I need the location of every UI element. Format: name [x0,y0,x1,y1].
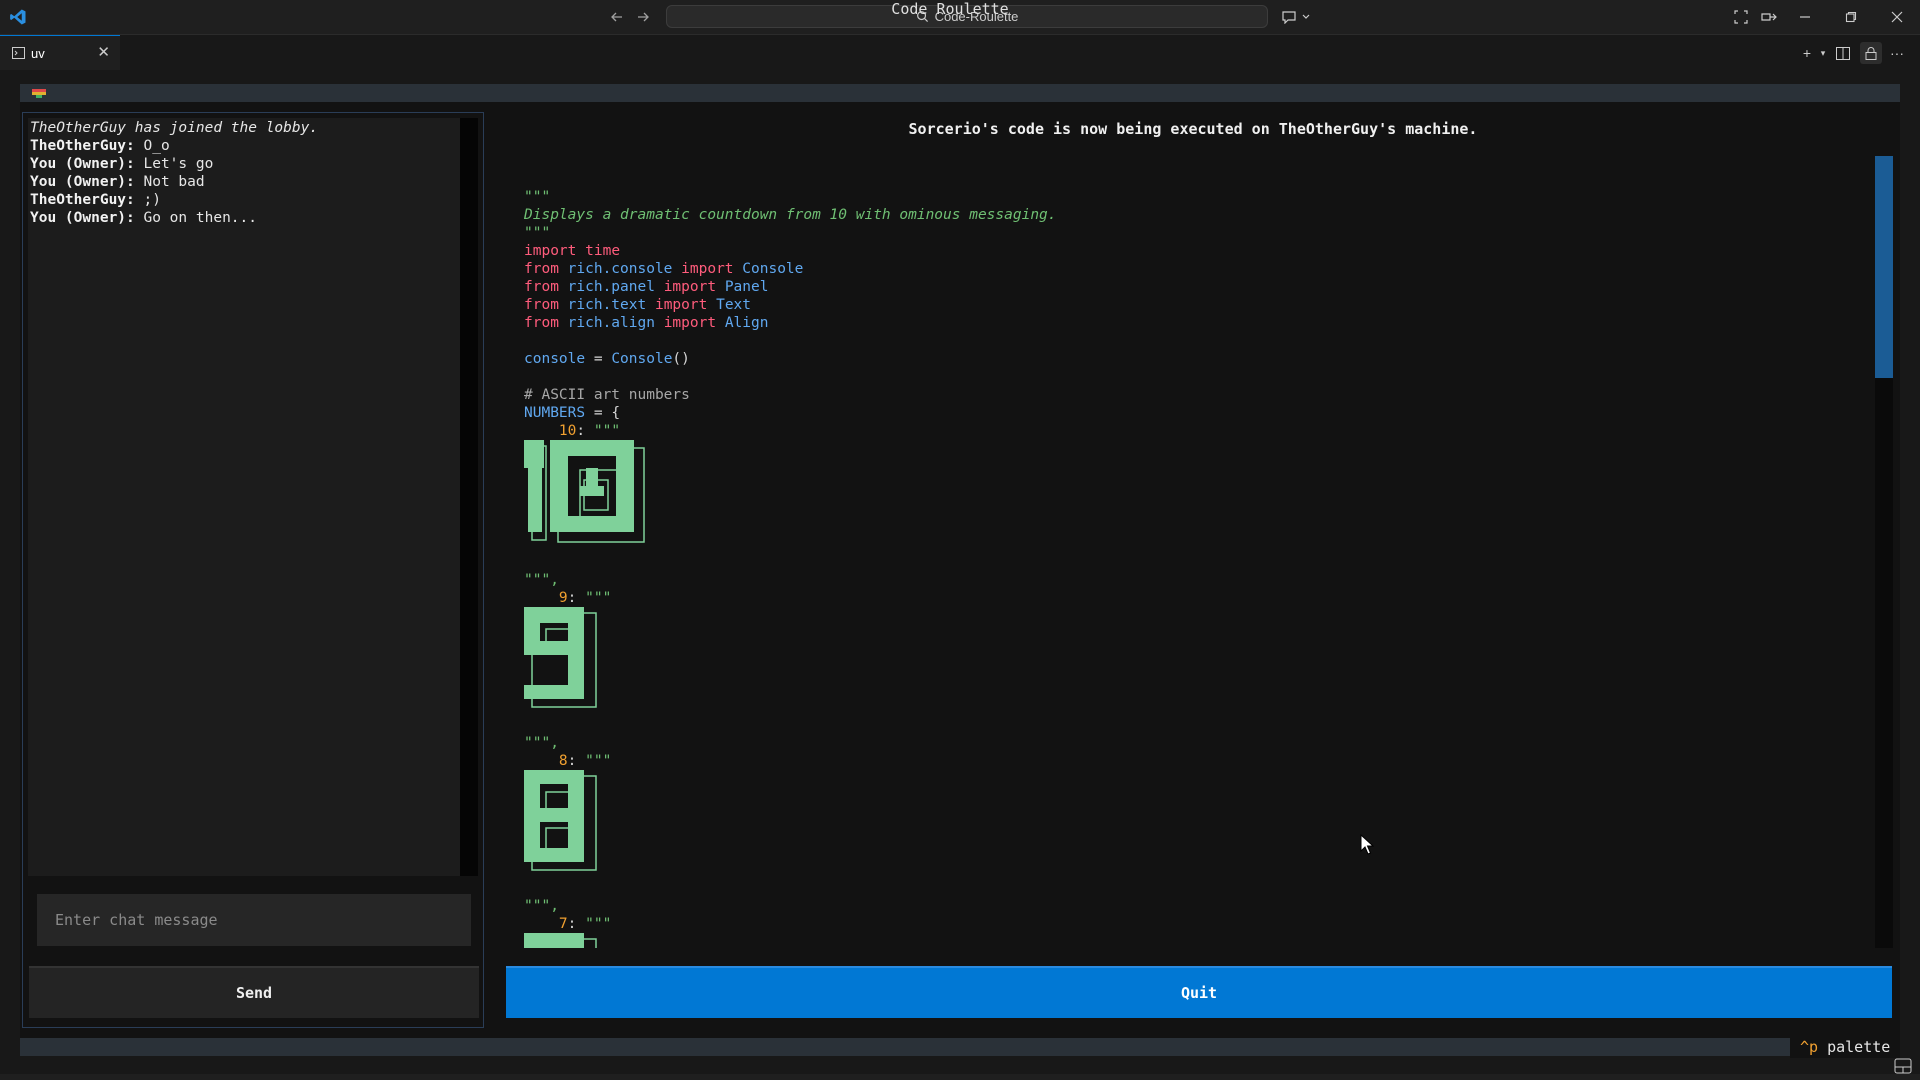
split-editor-icon[interactable] [1832,42,1854,64]
code-keyword: import [681,261,734,277]
chat-message: You (Owner): Go on then... [30,209,458,227]
code-name: Text [716,297,752,313]
chat-message-input[interactable] [37,894,471,946]
code-module: time [585,243,621,259]
docstring-text: Displays a dramatic countdown from 10 wi… [524,207,1057,223]
terminal-icon [12,47,25,59]
ascii-art-10 [524,440,1057,553]
code-keyword: from [524,279,559,295]
code-keyword: from [524,261,559,277]
app-logo-icon [32,89,46,98]
code-name: Console [742,261,804,277]
code-keyword: import [654,297,708,313]
string-close: """, [524,898,559,914]
string-quote: """ [585,916,612,932]
code-viewer: """ Displays a dramatic countdown from 1… [508,156,1874,948]
code-brace: { [611,405,621,421]
code-module: rich.text [567,297,647,313]
message-text: Go on then... [134,210,257,226]
code-variable: console [524,351,586,367]
message-author: You (Owner): [30,210,135,226]
editor-tab-bar: uv ✕ [0,35,1920,70]
code-keyword: import [663,315,717,331]
string-close: """, [524,735,559,751]
mouse-pointer-icon [1360,834,1374,855]
code-call: Console [611,351,673,367]
code-operator: = [585,405,612,421]
code-keyword: from [524,297,559,313]
palette-shortcut: ^p [1800,1038,1819,1056]
string-quote: """ [593,423,621,439]
code-number: 7 [558,916,568,932]
code-colon: : [567,590,586,606]
message-text: Let's go [134,156,214,172]
code-block: """ Displays a dramatic countdown from 1… [524,188,1057,948]
lock-icon[interactable] [1860,42,1882,64]
ascii-art-8 [524,770,1057,879]
send-button[interactable]: Send [29,966,479,1018]
message-author: You (Owner): [30,174,135,190]
code-colon: : [567,916,586,932]
chat-message: TheOtherGuy: ;) [30,191,458,209]
docstring-quote: """ [524,189,551,205]
chat-message: You (Owner): Not bad [30,173,458,191]
quit-button[interactable]: Quit [506,966,1892,1018]
code-keyword: from [524,315,559,331]
chat-scrollbar[interactable] [460,118,478,876]
system-message-text: TheOtherGuy has joined the lobby. [30,120,319,136]
code-number: 8 [558,753,568,769]
palette-label: palette [1818,1038,1891,1056]
code-module: rich.console [567,261,673,277]
string-close: """, [524,572,559,588]
code-module: rich.panel [567,279,655,295]
chat-message: TheOtherGuy has joined the lobby. [30,119,458,137]
close-icon[interactable]: ✕ [97,43,110,61]
execution-banner: Sorcerio's code is now being executed on… [908,120,1478,138]
code-parens: () [672,351,690,367]
tab-label: uv [31,45,45,61]
chat-message: You (Owner): Let's go [30,155,458,173]
message-author: TheOtherGuy: [30,138,135,154]
command-palette-hint[interactable]: ^p palette [1790,1036,1900,1058]
ascii-art-9 [524,607,1057,716]
code-module: rich.align [567,315,655,331]
code-colon: : [576,423,594,439]
code-scrollbar-thumb[interactable] [1875,156,1893,378]
message-text: ;) [134,192,161,208]
code-name: Panel [724,279,769,295]
message-author: TheOtherGuy: [30,192,135,208]
chat-message: TheOtherGuy: O_o [30,137,458,155]
app-footer [20,1038,1900,1056]
status-bar [0,1074,1920,1080]
string-quote: """ [585,753,612,769]
message-text: O_o [134,138,170,154]
layout-icon[interactable] [1894,1058,1912,1074]
code-comment: # ASCII art numbers [524,387,690,403]
tab-uv[interactable]: uv ✕ [0,35,120,70]
code-number: 9 [558,590,568,606]
chat-log: TheOtherGuy has joined the lobby. TheOth… [28,118,460,876]
code-keyword: import [524,243,577,259]
more-icon[interactable]: ··· [1886,42,1908,64]
chevron-down-icon[interactable]: ▾ [1812,42,1834,64]
code-keyword: import [663,279,717,295]
app-header [20,84,1900,102]
code-variable: NUMBERS [524,405,586,421]
code-name: Align [724,315,769,331]
code-operator: = [585,351,612,367]
code-colon: : [567,753,586,769]
ascii-art-7 [524,933,1057,948]
docstring-quote: """ [524,225,551,241]
string-quote: """ [585,590,612,606]
message-author: You (Owner): [30,156,135,172]
code-number: 10 [558,423,577,439]
message-text: Not bad [134,174,205,190]
app-title: Code Roulette [891,0,1009,18]
